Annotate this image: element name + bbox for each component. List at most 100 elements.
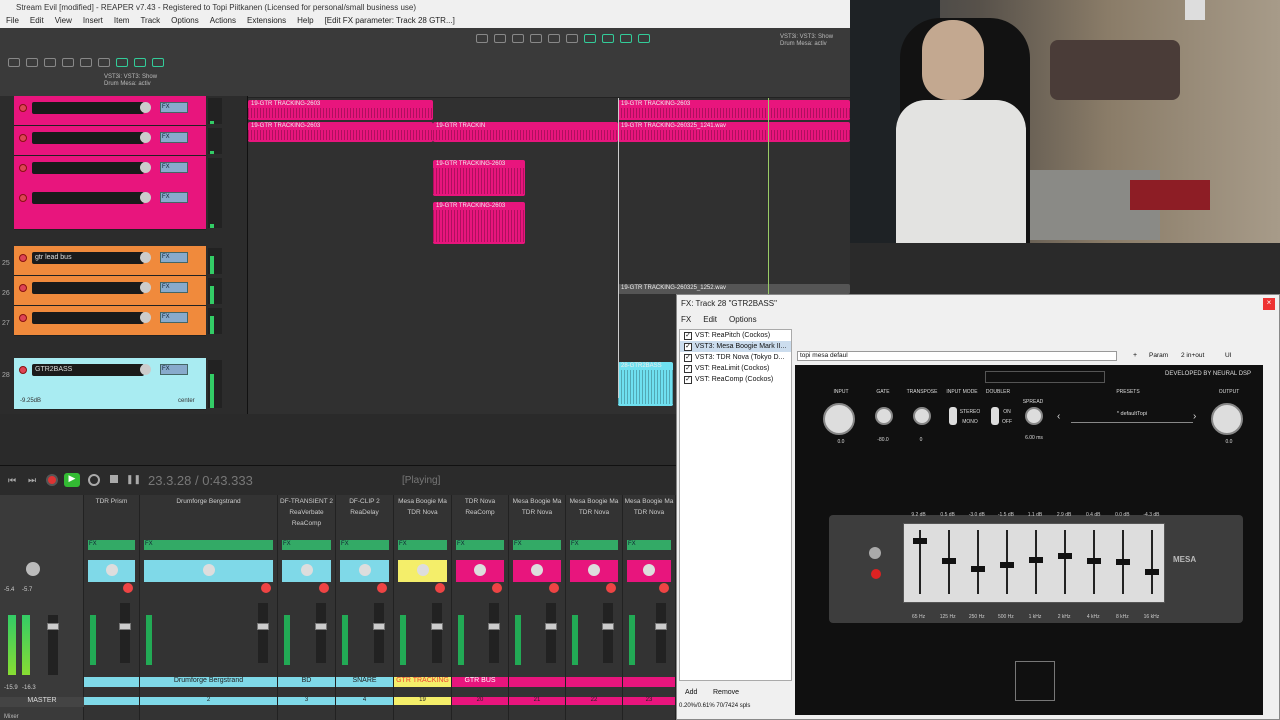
- record-arm-icon[interactable]: [19, 254, 27, 262]
- eq-band-knob[interactable]: [1116, 559, 1131, 565]
- record-arm-icon[interactable]: [19, 366, 27, 374]
- eq-band-slider[interactable]: [941, 530, 956, 594]
- track-7[interactable]: FX: [14, 306, 206, 336]
- strip-fx-1[interactable]: Mesa Boogie Ma: [566, 496, 622, 507]
- undo-icon[interactable]: [80, 58, 92, 67]
- project-settings-icon[interactable]: [62, 58, 74, 67]
- strip-pan[interactable]: [398, 560, 447, 582]
- fx-enable-checkbox[interactable]: ✓: [684, 353, 692, 362]
- repeat-button[interactable]: [88, 474, 100, 486]
- master-pan[interactable]: [4, 560, 79, 582]
- param-button[interactable]: Param: [1149, 352, 1168, 359]
- volume-knob[interactable]: [140, 102, 151, 113]
- strip-record-icon[interactable]: [549, 583, 559, 593]
- eq-band-slider[interactable]: [1116, 530, 1131, 594]
- plugin-footer-icons[interactable]: [1015, 661, 1055, 701]
- media-item[interactable]: 19-GTR TRACKING-2603: [248, 122, 433, 142]
- output-knob[interactable]: [1211, 403, 1243, 435]
- strip-record-icon[interactable]: [377, 583, 387, 593]
- strip-fx-1[interactable]: Mesa Boogie Ma: [509, 496, 565, 507]
- trim-icon[interactable]: [494, 34, 506, 43]
- stop-button[interactable]: [110, 475, 118, 483]
- add-preset-icon[interactable]: +: [1133, 352, 1137, 359]
- eq-band-slider[interactable]: [1087, 530, 1102, 594]
- menu-help[interactable]: Help: [297, 16, 313, 28]
- track-1[interactable]: FX: [14, 96, 206, 126]
- strip-record-icon[interactable]: [261, 583, 271, 593]
- eq-band-slider[interactable]: [912, 530, 927, 594]
- record-button[interactable]: [46, 474, 58, 486]
- eq-band-slider[interactable]: [999, 530, 1014, 594]
- fx-menu-fx[interactable]: FX: [681, 315, 691, 327]
- volume-knob[interactable]: [140, 132, 151, 143]
- eq-band-knob[interactable]: [1058, 552, 1073, 559]
- strip-pan[interactable]: [456, 560, 504, 582]
- lock-icon[interactable]: [584, 34, 596, 43]
- remove-fx-button[interactable]: Remove: [713, 689, 739, 696]
- snap-icon[interactable]: [134, 58, 146, 67]
- strip-record-icon[interactable]: [435, 583, 445, 593]
- eq-toggle-icon[interactable]: [869, 547, 881, 559]
- strip-fx-2[interactable]: ReaVerbate: [278, 507, 335, 518]
- media-item[interactable]: 19-GTR TRACKING-260325_1241.wav: [618, 122, 850, 142]
- strip-fader[interactable]: [488, 603, 500, 663]
- strip-fader[interactable]: [315, 603, 327, 663]
- fx-button[interactable]: FX: [160, 102, 188, 113]
- strip-fx-1[interactable]: DF-TRANSIENT 2: [278, 496, 335, 507]
- strip-pan[interactable]: [627, 560, 671, 582]
- skip-forward-icon[interactable]: ⏭: [28, 475, 36, 486]
- fx-enable-checkbox[interactable]: ✓: [684, 375, 692, 384]
- io-button[interactable]: 2 in+out: [1181, 352, 1204, 359]
- strip-fx-button[interactable]: FX: [627, 540, 671, 550]
- eq-band-knob[interactable]: [941, 557, 956, 564]
- strip-fx-button[interactable]: FX: [88, 540, 135, 550]
- auto-crossfade-icon[interactable]: [566, 34, 578, 43]
- strip-fx-1[interactable]: TDR Prism: [84, 496, 139, 507]
- marker-icon[interactable]: [620, 34, 632, 43]
- transpose-knob[interactable]: [913, 407, 931, 425]
- strip-fx-1[interactable]: DF-CLIP 2: [336, 496, 393, 507]
- media-item[interactable]: 19-GTR TRACKING-260325_1252.wav: [618, 284, 850, 294]
- strip-fx-2[interactable]: TDR Nova: [566, 507, 622, 518]
- preset-select[interactable]: topi mesa defaul: [797, 351, 1117, 361]
- volume-knob[interactable]: [140, 364, 151, 375]
- record-arm-icon[interactable]: [19, 284, 27, 292]
- prev-preset-icon[interactable]: ‹: [1057, 411, 1060, 422]
- strip-fx-button[interactable]: FX: [144, 540, 273, 550]
- eq-band-knob[interactable]: [999, 562, 1014, 569]
- track-name[interactable]: [32, 162, 144, 174]
- add-fx-button[interactable]: Add: [685, 689, 697, 696]
- fx-chain-item[interactable]: ✓ VST: ReaPitch (Cockos): [680, 330, 791, 341]
- volume-knob[interactable]: [140, 252, 151, 263]
- fx-menu-edit[interactable]: Edit: [703, 315, 717, 327]
- track-name[interactable]: gtr lead bus: [32, 252, 144, 264]
- strip-fx-button[interactable]: FX: [570, 540, 618, 550]
- volume-knob[interactable]: [140, 162, 151, 173]
- track-name[interactable]: [32, 192, 144, 204]
- volume-knob[interactable]: [140, 282, 151, 293]
- timeline-ruler[interactable]: [248, 78, 850, 98]
- fx-button[interactable]: FX: [160, 252, 188, 263]
- eq-band-slider[interactable]: [1058, 530, 1073, 594]
- track-name[interactable]: GTR2BASS: [32, 364, 144, 376]
- volume-knob[interactable]: [140, 312, 151, 323]
- envelope-icon[interactable]: [602, 34, 614, 43]
- menu-file[interactable]: File: [6, 16, 19, 28]
- track-name[interactable]: [32, 102, 144, 114]
- strip-fx-button[interactable]: FX: [513, 540, 561, 550]
- fx-chain-item[interactable]: ✓ VST3: TDR Nova (Tokyo D...: [680, 352, 791, 363]
- loop-icon[interactable]: [548, 34, 560, 43]
- input-mode-switch[interactable]: [949, 407, 957, 425]
- doubler-switch[interactable]: [991, 407, 999, 425]
- strip-fx-2[interactable]: ReaComp: [452, 507, 508, 518]
- fx-button[interactable]: FX: [160, 312, 188, 323]
- strip-fx-button[interactable]: FX: [282, 540, 331, 550]
- track-name[interactable]: [32, 282, 144, 294]
- menu-view[interactable]: View: [55, 16, 72, 28]
- track-name[interactable]: [32, 312, 144, 324]
- fx-chain-item[interactable]: ✓ VST3: Mesa Boogie Mark II...: [680, 341, 791, 352]
- track-5[interactable]: gtr lead bus FX: [14, 246, 206, 276]
- strip-fader[interactable]: [119, 603, 131, 663]
- fx-chain-item[interactable]: ✓ VST: ReaLimit (Cockos): [680, 363, 791, 374]
- strip-record-icon[interactable]: [492, 583, 502, 593]
